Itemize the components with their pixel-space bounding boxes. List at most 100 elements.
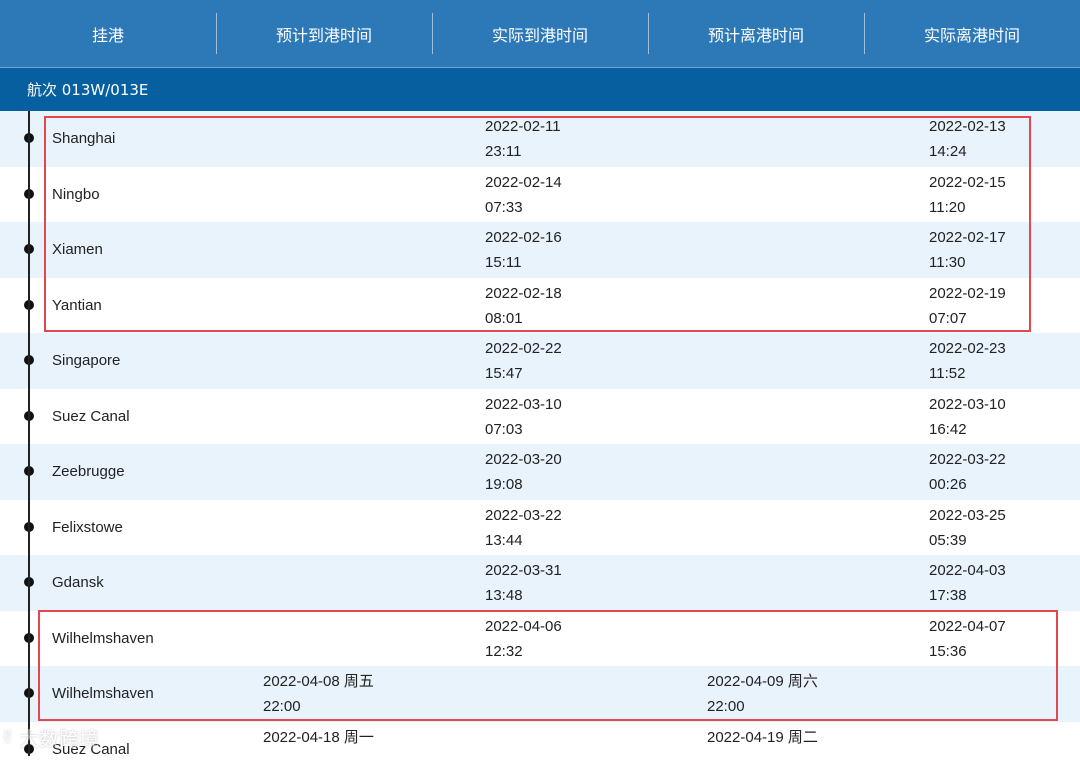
table-row[interactable]: Suez Canal2022-03-1007:032022-03-1016:42: [0, 389, 1080, 445]
schedule-list: Shanghai2022-02-1123:112022-02-1314:24Ni…: [0, 111, 1080, 777]
etd-time: 22:00: [707, 694, 818, 719]
table-row[interactable]: Wilhelmshaven 2022-04-0612:32 2022-04-0715…: [0, 611, 1080, 667]
port-name: Wilhelmshaven: [52, 611, 154, 667]
table-row[interactable]: Wilhelmshaven2022-04-08 周五22:002022-04-0…: [0, 666, 1080, 722]
table-row[interactable]: Felixstowe 2022-03-2213:44 2022-03-2505:39: [0, 500, 1080, 556]
port-name: Ningbo: [52, 167, 100, 223]
ata-date: 2022-02-22: [485, 336, 562, 361]
port-name: Xiamen: [52, 222, 103, 278]
atd-date: 2022-03-25: [929, 503, 1006, 528]
voyage-bar[interactable]: 航次 013W/013E: [0, 67, 1080, 111]
cell-ata: 2022-02-1407:33: [485, 170, 562, 220]
cell-atd: 2022-03-2200:26: [929, 447, 1006, 497]
atd-time: 11:52: [929, 361, 1006, 386]
cell-etd: 2022-04-09 周六22:00: [707, 669, 818, 719]
port-name: Yantian: [52, 278, 102, 334]
header-etd: 预计离港时间: [648, 0, 864, 67]
atd-date: 2022-04-03: [929, 558, 1006, 583]
atd-date: 2022-02-23: [929, 336, 1006, 361]
table-row[interactable]: Yantian 2022-02-1808:01 2022-02-1907:07: [0, 278, 1080, 334]
eta-time: 22:00: [263, 694, 374, 719]
cell-atd: 2022-02-1314:24: [929, 114, 1006, 164]
voyage-label: 航次 013W/013E: [27, 79, 148, 100]
ata-date: 2022-03-20: [485, 447, 562, 472]
eta-date: 2022-04-18 周一: [263, 725, 374, 750]
ata-time: 12:32: [485, 639, 562, 664]
cell-ata: 2022-02-1615:11: [485, 225, 562, 275]
atd-date: 2022-03-22: [929, 447, 1006, 472]
etd-date: 2022-04-09 周六: [707, 669, 818, 694]
port-name: Zeebrugge: [52, 444, 125, 500]
cell-etd: 2022-04-19 周二: [707, 725, 818, 750]
ata-time: 07:03: [485, 417, 562, 442]
cell-ata: 2022-02-1808:01: [485, 281, 562, 331]
port-name: Gdansk: [52, 555, 104, 611]
port-name: Felixstowe: [52, 500, 123, 556]
table-header: 挂港 预计到港时间 实际到港时间 预计离港时间 实际离港时间: [0, 0, 1080, 67]
ata-date: 2022-02-18: [485, 281, 562, 306]
atd-time: 14:24: [929, 139, 1006, 164]
atd-date: 2022-03-10: [929, 392, 1006, 417]
cell-atd: 2022-02-1511:20: [929, 170, 1006, 220]
atd-time: 11:30: [929, 250, 1006, 275]
ata-date: 2022-03-31: [485, 558, 562, 583]
ata-time: 15:11: [485, 250, 562, 275]
ata-date: 2022-02-16: [485, 225, 562, 250]
atd-time: 11:20: [929, 195, 1006, 220]
table-row[interactable]: Zeebrugge 2022-03-2019:08 2022-03-2200:26: [0, 444, 1080, 500]
ata-time: 13:48: [485, 583, 562, 608]
table-row[interactable]: Ningbo 2022-02-1407:33 2022-02-1511:20: [0, 167, 1080, 223]
cell-eta: 2022-04-18 周一: [263, 725, 374, 750]
atd-time: 17:38: [929, 583, 1006, 608]
ata-date: 2022-02-14: [485, 170, 562, 195]
cell-atd: 2022-04-0715:36: [929, 614, 1006, 664]
atd-time: 15:36: [929, 639, 1006, 664]
atd-date: 2022-02-15: [929, 170, 1006, 195]
cell-atd: 2022-02-1907:07: [929, 281, 1006, 331]
cell-ata: 2022-04-0612:32: [485, 614, 562, 664]
cell-atd: 2022-03-1016:42: [929, 392, 1006, 442]
port-name: Suez Canal: [52, 389, 130, 445]
watermark: ✌ 大数跨境: [0, 718, 160, 756]
ata-date: 2022-02-11: [485, 114, 561, 139]
cell-atd: 2022-02-2311:52: [929, 336, 1006, 386]
cell-ata: 2022-03-2213:44: [485, 503, 562, 553]
cell-ata: 2022-03-3113:48: [485, 558, 562, 608]
atd-date: 2022-02-13: [929, 114, 1006, 139]
cell-atd: 2022-03-2505:39: [929, 503, 1006, 553]
ata-time: 19:08: [485, 472, 562, 497]
atd-time: 00:26: [929, 472, 1006, 497]
header-port: 挂港: [0, 0, 216, 67]
ata-time: 15:47: [485, 361, 562, 386]
atd-time: 07:07: [929, 306, 1006, 331]
watermark-text: 大数跨境: [19, 723, 99, 752]
hand-sign-icon: ✌: [0, 727, 15, 748]
ata-time: 23:11: [485, 139, 561, 164]
table-row[interactable]: Singapore2022-02-2215:472022-02-2311:52: [0, 333, 1080, 389]
table-row[interactable]: Shanghai 2022-02-1123:11 2022-02-1314:24: [0, 111, 1080, 167]
port-name: Wilhelmshaven: [52, 666, 154, 722]
cell-atd: 2022-04-0317:38: [929, 558, 1006, 608]
ata-date: 2022-03-22: [485, 503, 562, 528]
ata-time: 08:01: [485, 306, 562, 331]
atd-date: 2022-02-19: [929, 281, 1006, 306]
ata-time: 13:44: [485, 528, 562, 553]
eta-date: 2022-04-08 周五: [263, 669, 374, 694]
header-atd: 实际离港时间: [864, 0, 1080, 67]
table-row[interactable]: Suez Canal2022-04-18 周一2022-04-19 周二: [0, 722, 1080, 777]
cell-ata: 2022-03-1007:03: [485, 392, 562, 442]
ata-date: 2022-03-10: [485, 392, 562, 417]
port-name: Shanghai: [52, 111, 115, 167]
table-row[interactable]: Xiamen 2022-02-1615:11 2022-02-1711:30: [0, 222, 1080, 278]
cell-ata: 2022-03-2019:08: [485, 447, 562, 497]
atd-date: 2022-02-17: [929, 225, 1006, 250]
table-row[interactable]: Gdansk 2022-03-3113:48 2022-04-0317:38: [0, 555, 1080, 611]
atd-date: 2022-04-07: [929, 614, 1006, 639]
header-ata: 实际到港时间: [432, 0, 648, 67]
cell-eta: 2022-04-08 周五22:00: [263, 669, 374, 719]
ata-time: 07:33: [485, 195, 562, 220]
cell-ata: 2022-02-2215:47: [485, 336, 562, 386]
cell-atd: 2022-02-1711:30: [929, 225, 1006, 275]
header-eta: 预计到港时间: [216, 0, 432, 67]
ata-date: 2022-04-06: [485, 614, 562, 639]
